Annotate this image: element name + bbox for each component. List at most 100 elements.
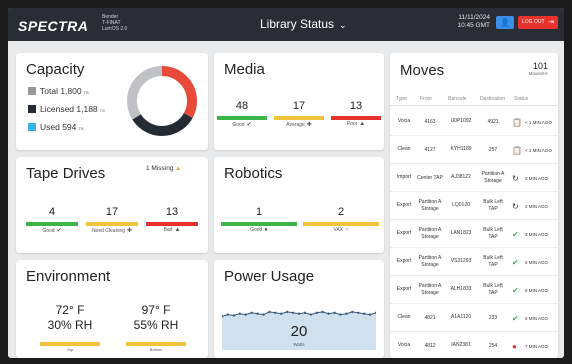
page-title: Library Status xyxy=(260,17,335,31)
status-icon: ↻ xyxy=(512,202,519,211)
stat-value: 1 xyxy=(255,206,263,218)
check-circle-icon: ● xyxy=(264,227,268,233)
move-type: Export xyxy=(396,202,412,208)
warning-icon: ▲ xyxy=(359,121,366,127)
power-point xyxy=(351,310,354,314)
stat-label: Good ● xyxy=(250,227,268,233)
tape-drives-title: Tape Drives xyxy=(26,165,106,182)
media-card[interactable]: Media 48 Good ✔ 17 Average ✚ 13 Poor ▲ xyxy=(214,53,384,150)
env-top-label: Top xyxy=(66,347,74,352)
legend-swatch xyxy=(28,87,36,95)
power-point xyxy=(368,313,372,316)
power-point xyxy=(327,312,330,315)
date-text: 11/11/2024 xyxy=(458,14,490,21)
environment-title: Environment xyxy=(26,268,111,285)
power-point xyxy=(238,312,241,315)
move-from: Partition A Storage xyxy=(418,227,442,240)
stat-label: Good ✔ xyxy=(232,122,252,128)
stat-label: Bad ▲ xyxy=(163,227,181,233)
move-status: 3 MIN AGO xyxy=(525,232,549,237)
table-row[interactable]: Export Partition A Storage LAN1823 Bulk Lef… xyxy=(390,220,558,248)
moves-count-label: Moves/Hr xyxy=(528,71,548,76)
stat-value: 4 xyxy=(48,206,56,218)
drives-good-stat: 4 Good ✔ xyxy=(22,206,82,234)
move-destination: 233 xyxy=(488,314,498,321)
page-title-dropdown[interactable]: Library Status ⌄ xyxy=(260,17,347,31)
warning-icon: ▲ xyxy=(174,227,181,233)
logout-button[interactable]: LOG OUT ⇥ xyxy=(518,16,558,29)
col-from: From xyxy=(420,96,432,102)
time-text: 10:45 GMT xyxy=(457,22,490,29)
user-icon: 👤 xyxy=(500,18,510,27)
move-type: Import xyxy=(396,174,412,180)
move-barcode: IAN2381 xyxy=(451,342,471,348)
stat-bar xyxy=(26,222,78,226)
power-point xyxy=(333,311,336,314)
drives-need-cleaning-stat: 17 Need Cleaning ✚ xyxy=(82,206,142,234)
status-icon: ✔ xyxy=(512,314,519,323)
power-point xyxy=(309,313,313,316)
moves-count-value: 101 xyxy=(532,61,548,71)
moves-table-header: Type From Barcode Destination Status xyxy=(390,94,558,106)
date-time: 11/11/2024 10:45 GMT xyxy=(448,14,490,30)
stat-label: VAX ○ xyxy=(333,227,349,233)
power-point xyxy=(321,310,324,314)
move-from: 4163 xyxy=(424,118,436,125)
table-row[interactable]: Export Partition A Storage LQ0120 Bulk Left… xyxy=(390,192,558,220)
stat-label: Poor ▲ xyxy=(346,121,366,127)
warning-icon: ▲ xyxy=(175,166,182,172)
table-row[interactable]: Vocia 4812 IAN2381 254 ● 7 MIN AGO xyxy=(390,332,558,358)
move-barcode: LAN1823 xyxy=(450,230,472,236)
move-barcode: U0P1092 xyxy=(450,118,472,124)
stat-bar xyxy=(217,116,267,120)
tape-drives-card[interactable]: Tape Drives 1 Missing ▲ 4 Good ✔ 17 Need … xyxy=(16,157,208,253)
legend-label: Total 1,800 xyxy=(40,86,82,96)
power-point xyxy=(244,313,247,316)
move-type: Clean xyxy=(397,146,411,152)
status-icon: ● xyxy=(512,342,517,351)
power-usage-card[interactable]: Power Usage 20 Watts xyxy=(214,260,384,358)
capacity-card[interactable]: Capacity Total 1,800 TB Licensed 1,188 TB … xyxy=(16,53,208,150)
power-usage-title: Power Usage xyxy=(224,268,315,285)
moves-rate: 101 Moves/Hr xyxy=(529,61,548,76)
move-status: 2 MIN AGO xyxy=(525,204,549,209)
legend-unit: TB xyxy=(78,126,84,131)
status-icon: ✔ xyxy=(512,258,519,267)
table-row[interactable]: Import Center TAP AJ38122 Partition A Stora… xyxy=(390,164,558,192)
environment-card[interactable]: Environment 72° F 30% RH Top 97° F 55% R… xyxy=(16,260,208,358)
move-destination: Bulk Left TAP xyxy=(483,227,503,240)
move-barcode: A1A1120 xyxy=(450,314,472,320)
status-icon: 📋 xyxy=(512,118,522,127)
move-type: Vocia xyxy=(397,342,411,348)
robotics-title: Robotics xyxy=(224,165,283,182)
power-value: 20 xyxy=(290,323,308,340)
power-point xyxy=(262,313,265,316)
move-barcode: KYH1189 xyxy=(450,146,472,152)
power-point xyxy=(226,313,230,316)
move-from: 4812 xyxy=(424,342,436,349)
stat-label: Average ✚ xyxy=(286,122,312,128)
col-barcode: Barcode xyxy=(448,96,467,102)
table-row[interactable]: Clean 4821 A1A1120 233 ✔ 5 MIN AGO xyxy=(390,304,558,332)
power-point xyxy=(291,311,295,314)
robotics-card[interactable]: Robotics 1 Good ● 2 VAX ○ xyxy=(214,157,384,253)
env-top-bar xyxy=(40,342,100,346)
plus-icon: ✚ xyxy=(127,228,133,234)
media-title: Media xyxy=(224,61,265,78)
col-status: Status xyxy=(514,96,529,102)
moves-card[interactable]: Moves 101 Moves/Hr Type From Barcode Des… xyxy=(390,53,558,358)
table-row[interactable]: Vocia 4163 U0P1092 4921 📋 < 1 MIN AGO xyxy=(390,108,558,136)
logout-label: LOG OUT xyxy=(522,19,545,25)
move-type: Clean xyxy=(397,314,411,320)
power-point xyxy=(357,311,360,314)
table-row[interactable]: Clean 4127 KYH1189 257 📋 < 1 MIN AGO xyxy=(390,136,558,164)
user-button[interactable]: 👤 xyxy=(496,16,514,29)
move-type: Export xyxy=(396,258,412,264)
table-row[interactable]: Export Partition A Storage ALH1833 Bulk Lef… xyxy=(390,276,558,304)
media-average-stat: 17 Average ✚ xyxy=(271,100,327,128)
stat-bar xyxy=(331,116,381,120)
table-row[interactable]: Export Partition A Storage VS31293 Bulk Lef… xyxy=(390,248,558,276)
move-from: Partition A Storage xyxy=(418,199,442,212)
stat-bar xyxy=(221,222,297,226)
move-from: 4127 xyxy=(424,146,436,153)
